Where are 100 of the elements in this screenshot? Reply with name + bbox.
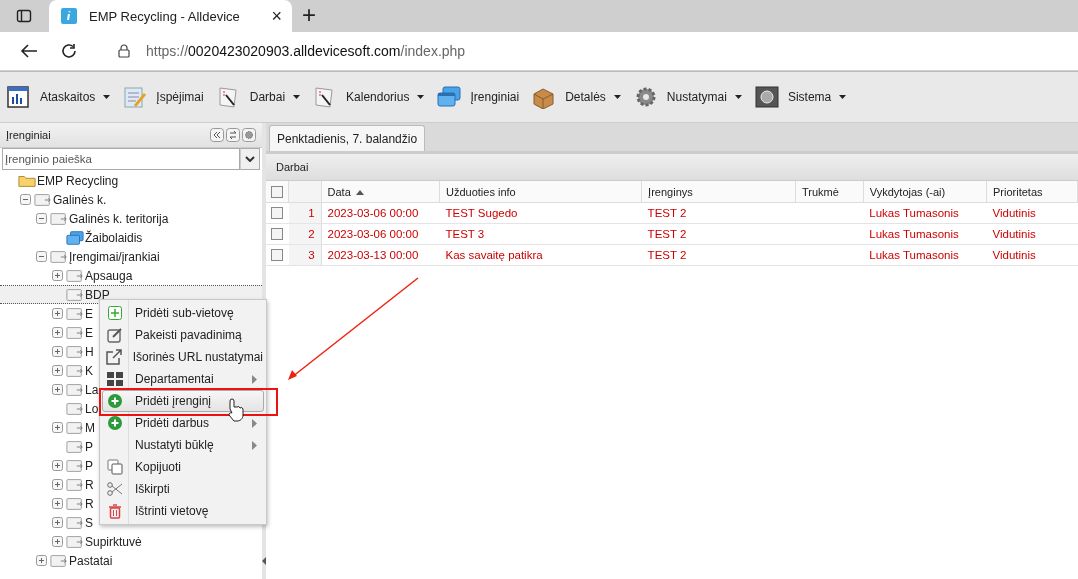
info-icon xyxy=(61,8,77,24)
column-header[interactable]: Data xyxy=(321,181,440,203)
column-header[interactable]: Trukmė xyxy=(795,181,864,203)
settings-icon[interactable] xyxy=(242,128,256,142)
table-cell: Vidutinis xyxy=(986,244,1078,266)
table-cell: Kas savaitę patikra xyxy=(439,244,642,266)
location-icon xyxy=(66,534,84,549)
tree-item[interactable]: Galinės k. xyxy=(0,190,107,209)
row-checkbox[interactable] xyxy=(271,249,283,262)
tree-item[interactable]: P xyxy=(0,437,93,456)
collapse-icon[interactable] xyxy=(210,128,224,142)
table-cell: TEST 2 xyxy=(641,223,796,245)
expand-toggle-icon[interactable] xyxy=(52,422,63,433)
table-cell: 2023-03-06 00:00 xyxy=(321,202,440,224)
expand-toggle-icon[interactable] xyxy=(52,327,63,338)
toolbar-menu[interactable]: Įrenginiai xyxy=(436,82,520,112)
location-icon xyxy=(34,192,52,207)
expand-toggle-icon[interactable] xyxy=(52,460,63,471)
tree-item[interactable]: Pastatai xyxy=(0,551,113,570)
expand-toggle-icon[interactable] xyxy=(52,365,63,376)
row-checkbox[interactable] xyxy=(271,207,283,220)
table-cell: TEST 3 xyxy=(439,223,642,245)
toolbar-menu[interactable]: Įspėjimai xyxy=(122,82,204,112)
toolbar-menu[interactable]: Darbai xyxy=(215,82,301,112)
trash-icon xyxy=(109,503,121,519)
menu-item[interactable]: Departamentai xyxy=(102,368,264,390)
back-icon[interactable] xyxy=(20,43,38,59)
tree-item[interactable]: E xyxy=(0,323,93,342)
date-tab[interactable]: Penktadienis, 7. balandžio xyxy=(269,125,426,151)
tree-item[interactable]: Galinės k. teritorija xyxy=(0,209,169,228)
external-link-icon xyxy=(105,349,122,365)
expand-toggle-icon[interactable] xyxy=(52,308,63,319)
expand-toggle-icon[interactable] xyxy=(52,517,63,528)
expand-toggle-icon[interactable] xyxy=(36,555,47,566)
tree-item[interactable]: K xyxy=(0,361,93,380)
location-icon xyxy=(50,211,68,226)
devices-icon xyxy=(436,85,463,109)
column-header[interactable]: Prioritetas xyxy=(986,181,1078,203)
column-header[interactable]: Vykdytojas (-ai) xyxy=(863,181,987,203)
collapse-arrow-icon[interactable] xyxy=(262,557,266,565)
location-icon xyxy=(66,325,84,340)
device-icon xyxy=(66,229,84,246)
folder-icon xyxy=(18,173,36,188)
tree-item[interactable]: La xyxy=(0,380,99,399)
expand-toggle-icon[interactable] xyxy=(52,384,63,395)
table-cell: Vidutinis xyxy=(986,223,1078,245)
menu-item[interactable]: Nustatyti būklę xyxy=(102,434,264,456)
expand-toggle-icon[interactable] xyxy=(52,346,63,357)
plus-circle-icon xyxy=(108,394,122,408)
menu-item[interactable]: Pakeisti pavadinimą xyxy=(102,324,264,346)
toolbar-menu[interactable]: Nustatymai xyxy=(632,82,742,112)
column-header[interactable]: Įrenginys xyxy=(641,181,796,203)
location-icon xyxy=(66,420,84,435)
copy-icon xyxy=(107,459,123,475)
tab-actions-icon[interactable] xyxy=(16,8,32,24)
tree-item[interactable]: E xyxy=(0,304,93,323)
menu-item[interactable]: Ištrinti vietovę xyxy=(102,500,264,522)
column-header[interactable]: Užduoties info xyxy=(439,181,642,203)
location-icon xyxy=(66,401,84,416)
new-tab-button[interactable]: + xyxy=(302,3,316,27)
toolbar-menu[interactable]: Sistema xyxy=(753,82,847,112)
tree-item[interactable]: Supirktuvė xyxy=(0,532,142,551)
browser-tab[interactable]: EMP Recycling - Alldevice × xyxy=(49,0,292,32)
menu-item[interactable]: Išorinės URL nustatymai xyxy=(102,346,264,368)
menu-item[interactable]: Kopijuoti xyxy=(102,456,264,478)
close-tab-button[interactable]: × xyxy=(271,7,282,25)
tree-item[interactable]: M xyxy=(0,418,95,437)
toolbar-menu[interactable]: Kalendorius xyxy=(312,82,425,112)
tree-item[interactable]: Žaibolaidis xyxy=(0,228,143,247)
menu-item[interactable]: Iškirpti xyxy=(102,478,264,500)
row-checkbox[interactable] xyxy=(271,228,283,241)
table-cell: Lukas Tumasonis xyxy=(863,244,987,266)
expand-toggle-icon[interactable] xyxy=(52,479,63,490)
tree-item[interactable]: R xyxy=(0,494,94,513)
collapse-toggle-icon[interactable] xyxy=(36,251,47,262)
dropdown-icon[interactable] xyxy=(245,156,255,162)
table-cell: TEST 2 xyxy=(641,202,796,224)
search-field[interactable]: Įrenginio paieška xyxy=(2,148,240,170)
row-number: 3 xyxy=(288,244,322,266)
tree-item[interactable]: Įrengimai/įrankiai xyxy=(0,247,160,266)
table-cell: Lukas Tumasonis xyxy=(863,202,987,224)
reload-icon[interactable] xyxy=(60,42,78,60)
url-text: https://0020423020903.alldevicesoft.com/index.php xyxy=(146,43,466,59)
expand-toggle-icon[interactable] xyxy=(52,270,63,281)
toolbar-menu[interactable]: Detalės xyxy=(531,82,621,112)
tree-item[interactable]: H xyxy=(0,342,94,361)
tree-item[interactable]: S xyxy=(0,513,93,532)
select-all-checkbox[interactable] xyxy=(271,186,283,199)
expand-toggle-icon[interactable] xyxy=(52,536,63,547)
expand-toggle-icon[interactable] xyxy=(52,498,63,509)
collapse-toggle-icon[interactable] xyxy=(36,213,47,224)
menu-item[interactable]: Pridėti sub-vietovę xyxy=(102,302,264,324)
tree-item[interactable]: R xyxy=(0,475,94,494)
toolbar-menu[interactable]: Ataskaitos xyxy=(6,82,111,112)
collapse-toggle-icon[interactable] xyxy=(20,194,31,205)
tree-item[interactable]: Apsauga xyxy=(0,266,133,285)
tree-item[interactable]: Lo xyxy=(0,399,99,418)
menu-item[interactable]: Pridėti įrenginį xyxy=(102,390,264,412)
tree-item[interactable]: P xyxy=(0,456,93,475)
tree-item[interactable]: EMP Recycling xyxy=(0,171,119,190)
